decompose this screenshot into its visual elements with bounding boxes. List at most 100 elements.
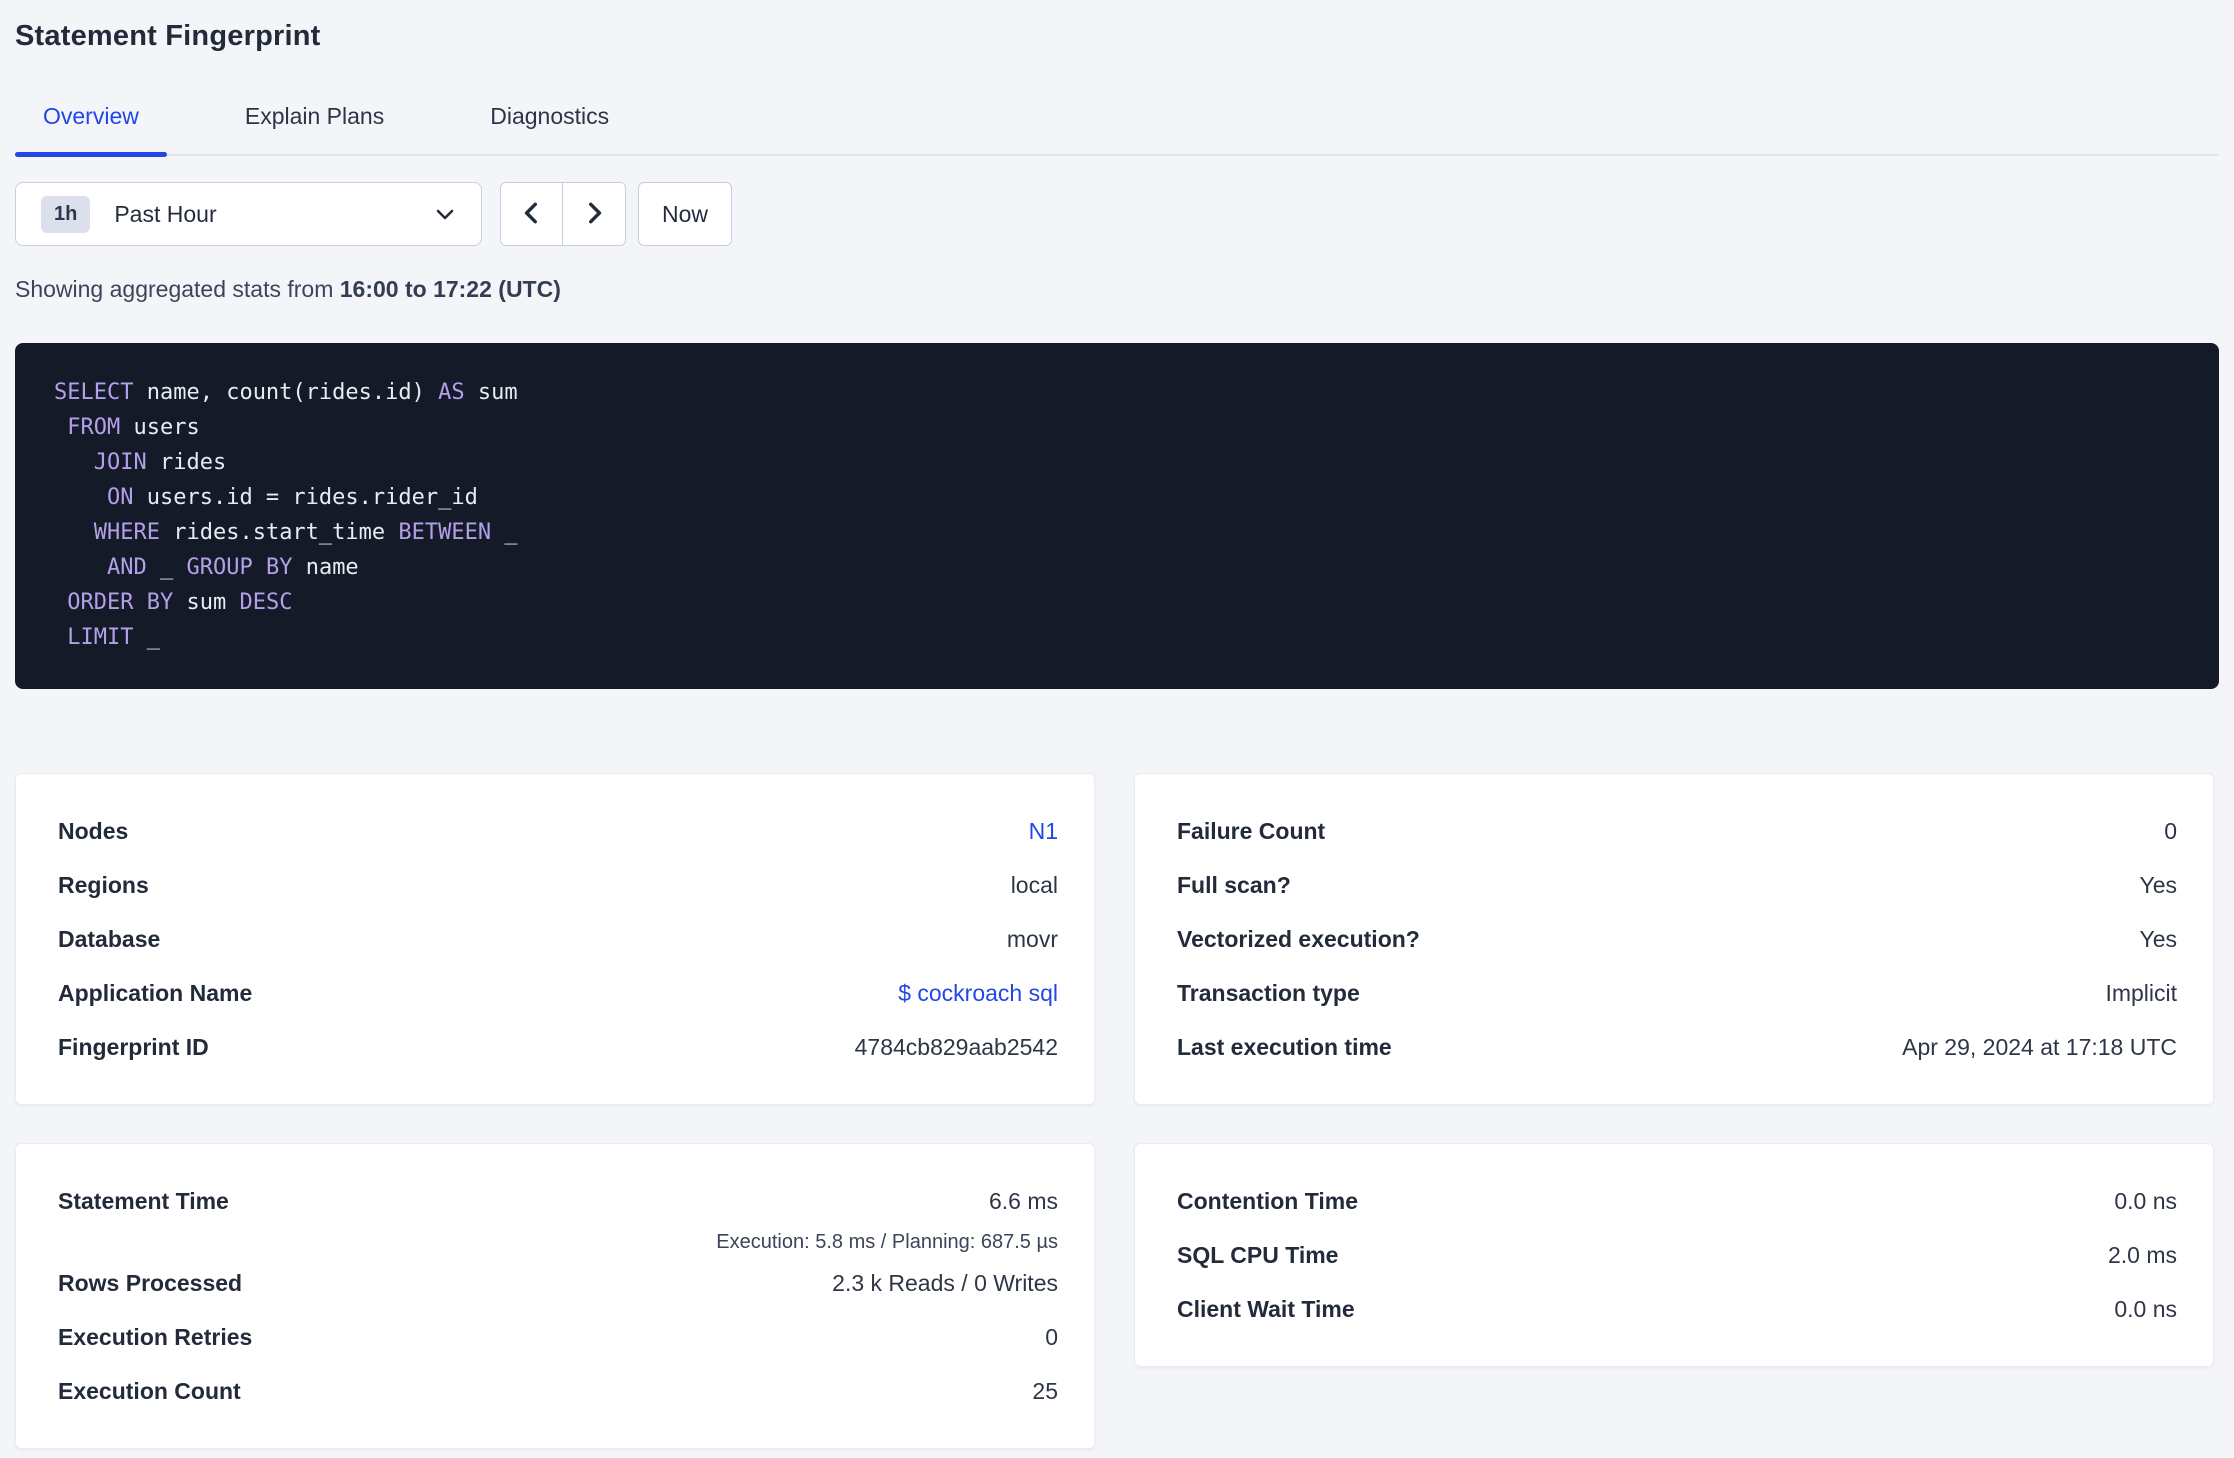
stat-value-link[interactable]: $ cockroach sql — [898, 966, 1058, 1020]
sql-keyword: SELECT — [54, 380, 134, 405]
statement-timing-card: Statement Time 6.6 ms Execution: 5.8 ms / … — [15, 1143, 1095, 1449]
sql-text: users — [120, 415, 200, 440]
stat-value: 2.0 ms — [2107, 1242, 2177, 1268]
sql-keyword: AND — [106, 555, 147, 580]
stat-value-column: 4784cb829aab2542 — [855, 1020, 1058, 1074]
sql-keyword: WHERE — [93, 520, 160, 545]
sql-keyword: DESC — [239, 590, 293, 615]
sql-text: name, count(rides.id) — [133, 380, 439, 405]
stat-value-column: 0.0 ns — [2114, 1282, 2177, 1336]
prev-time-button[interactable] — [501, 183, 563, 245]
tab-diagnostics[interactable]: Diagnostics — [462, 103, 637, 154]
stat-row: SQL CPU Time 2.0 ms — [1177, 1228, 2177, 1282]
stat-row: Contention Time 0.0 ns — [1177, 1174, 2177, 1228]
sql-text: rides — [146, 450, 227, 475]
stat-label: Statement Time — [58, 1188, 229, 1214]
stat-row: Last execution time Apr 29, 2024 at 17:18… — [1177, 1020, 2177, 1074]
stat-value-column: 0 — [1045, 1310, 1058, 1364]
chevron-left-icon — [519, 200, 545, 229]
time-controls: 1h Past Hour Now — [15, 182, 2219, 246]
stat-label: Last execution time — [1177, 1034, 1392, 1060]
tab-overview[interactable]: Overview — [15, 103, 167, 157]
chevron-right-icon — [581, 200, 607, 229]
stat-value: Yes — [2139, 926, 2177, 952]
sql-line: FROM users — [54, 410, 2189, 445]
sql-line: ON users.id = rides.rider_id — [54, 480, 2189, 515]
stat-label: Contention Time — [1177, 1188, 1359, 1214]
stat-value: 4784cb829aab2542 — [854, 1034, 1058, 1060]
caption-time-range: 16:00 to 17:22 (UTC) — [339, 276, 561, 302]
time-range-label: Past Hour — [114, 200, 217, 227]
stat-value: Implicit — [2105, 980, 2177, 1006]
sql-text: _ — [491, 520, 518, 545]
stat-label: Application Name — [58, 980, 253, 1006]
stat-value: 2.3 k Reads / 0 Writes — [832, 1270, 1058, 1296]
stat-value-link[interactable]: N1 — [1029, 804, 1058, 858]
sql-text: name — [292, 555, 359, 580]
sql-keyword: GROUP BY — [186, 555, 293, 580]
stat-label: Regions — [58, 872, 149, 898]
sql-keyword: ON — [106, 485, 134, 510]
sql-text: _ — [146, 555, 187, 580]
stat-value-column: 2.3 k Reads / 0 Writes — [832, 1256, 1058, 1310]
time-pager — [500, 182, 626, 246]
stat-value: 0 — [1045, 1324, 1058, 1350]
stat-label: Failure Count — [1177, 818, 1326, 844]
stat-value-column: 0 — [2164, 804, 2177, 858]
stat-label: Rows Processed — [58, 1270, 243, 1296]
stat-value: 0.0 ns — [2114, 1188, 2177, 1214]
stat-label: Nodes — [58, 818, 129, 844]
next-time-button[interactable] — [563, 183, 625, 245]
sql-keyword: AS — [438, 380, 465, 405]
stat-label: Execution Retries — [58, 1324, 253, 1350]
tab-explain-plans[interactable]: Explain Plans — [217, 103, 412, 154]
stats-cards: Nodes N1 Regions local Database movr Applicati… — [15, 773, 2219, 1449]
stat-label: Full scan? — [1177, 872, 1291, 898]
stat-value-column: 0.0 ns — [2114, 1174, 2177, 1228]
stat-value-column: local — [1011, 858, 1058, 912]
stat-row: Transaction type Implicit — [1177, 966, 2177, 1020]
stat-label: Client Wait Time — [1177, 1296, 1355, 1322]
stat-value: movr — [1006, 926, 1058, 952]
sql-statement-box: SELECT name, count(rides.id) AS sum FROM… — [15, 343, 2219, 689]
stat-value: local — [1010, 872, 1058, 898]
stat-value: Yes — [2139, 872, 2177, 898]
wait-times-card: Contention Time 0.0 ns SQL CPU Time 2.0 ms C… — [1134, 1143, 2214, 1367]
page-title: Statement Fingerprint — [15, 20, 321, 52]
time-range-badge: 1h — [41, 195, 91, 233]
sql-keyword: ORDER BY — [67, 590, 174, 615]
stat-value-column: Apr 29, 2024 at 17:18 UTC — [1902, 1020, 2177, 1074]
now-button[interactable]: Now — [638, 182, 732, 246]
stat-value-column: Implicit — [2105, 966, 2177, 1020]
stat-label: Execution Count — [58, 1378, 241, 1404]
sql-keyword: FROM — [67, 415, 121, 440]
stat-row: Regions local — [58, 858, 1058, 912]
stat-row: Failure Count 0 — [1177, 804, 2177, 858]
stat-label: SQL CPU Time — [1177, 1242, 1339, 1268]
sql-line: LIMIT _ — [54, 620, 2189, 655]
stat-label: Fingerprint ID — [58, 1034, 209, 1060]
sql-text: _ — [133, 625, 160, 650]
execution-attributes-card: Failure Count 0 Full scan? Yes Vectorized ex… — [1134, 773, 2214, 1105]
sql-text: users.id = rides.rider_id — [133, 485, 478, 510]
stat-row: Database movr — [58, 912, 1058, 966]
sql-line: JOIN rides — [54, 445, 2189, 480]
stat-value-column: 6.6 ms Execution: 5.8 ms / Planning: 687.… — [716, 1174, 1058, 1256]
stat-row: Vectorized execution? Yes — [1177, 912, 2177, 966]
stat-row: Fingerprint ID 4784cb829aab2542 — [58, 1020, 1058, 1074]
stat-value-column: Yes — [2139, 858, 2177, 912]
stat-row: Application Name $ cockroach sql — [58, 966, 1058, 1020]
sql-line: SELECT name, count(rides.id) AS sum — [54, 375, 2189, 410]
sql-line: ORDER BY sum DESC — [54, 585, 2189, 620]
sql-line: WHERE rides.start_time BETWEEN _ — [54, 515, 2189, 550]
statement-fingerprint-page: Statement Fingerprint Overview Explain P… — [0, 0, 2234, 1449]
stat-row: Full scan? Yes — [1177, 858, 2177, 912]
time-range-dropdown[interactable]: 1h Past Hour — [15, 182, 482, 246]
stat-value-column: 25 — [1032, 1364, 1058, 1418]
stat-label: Transaction type — [1177, 980, 1360, 1006]
